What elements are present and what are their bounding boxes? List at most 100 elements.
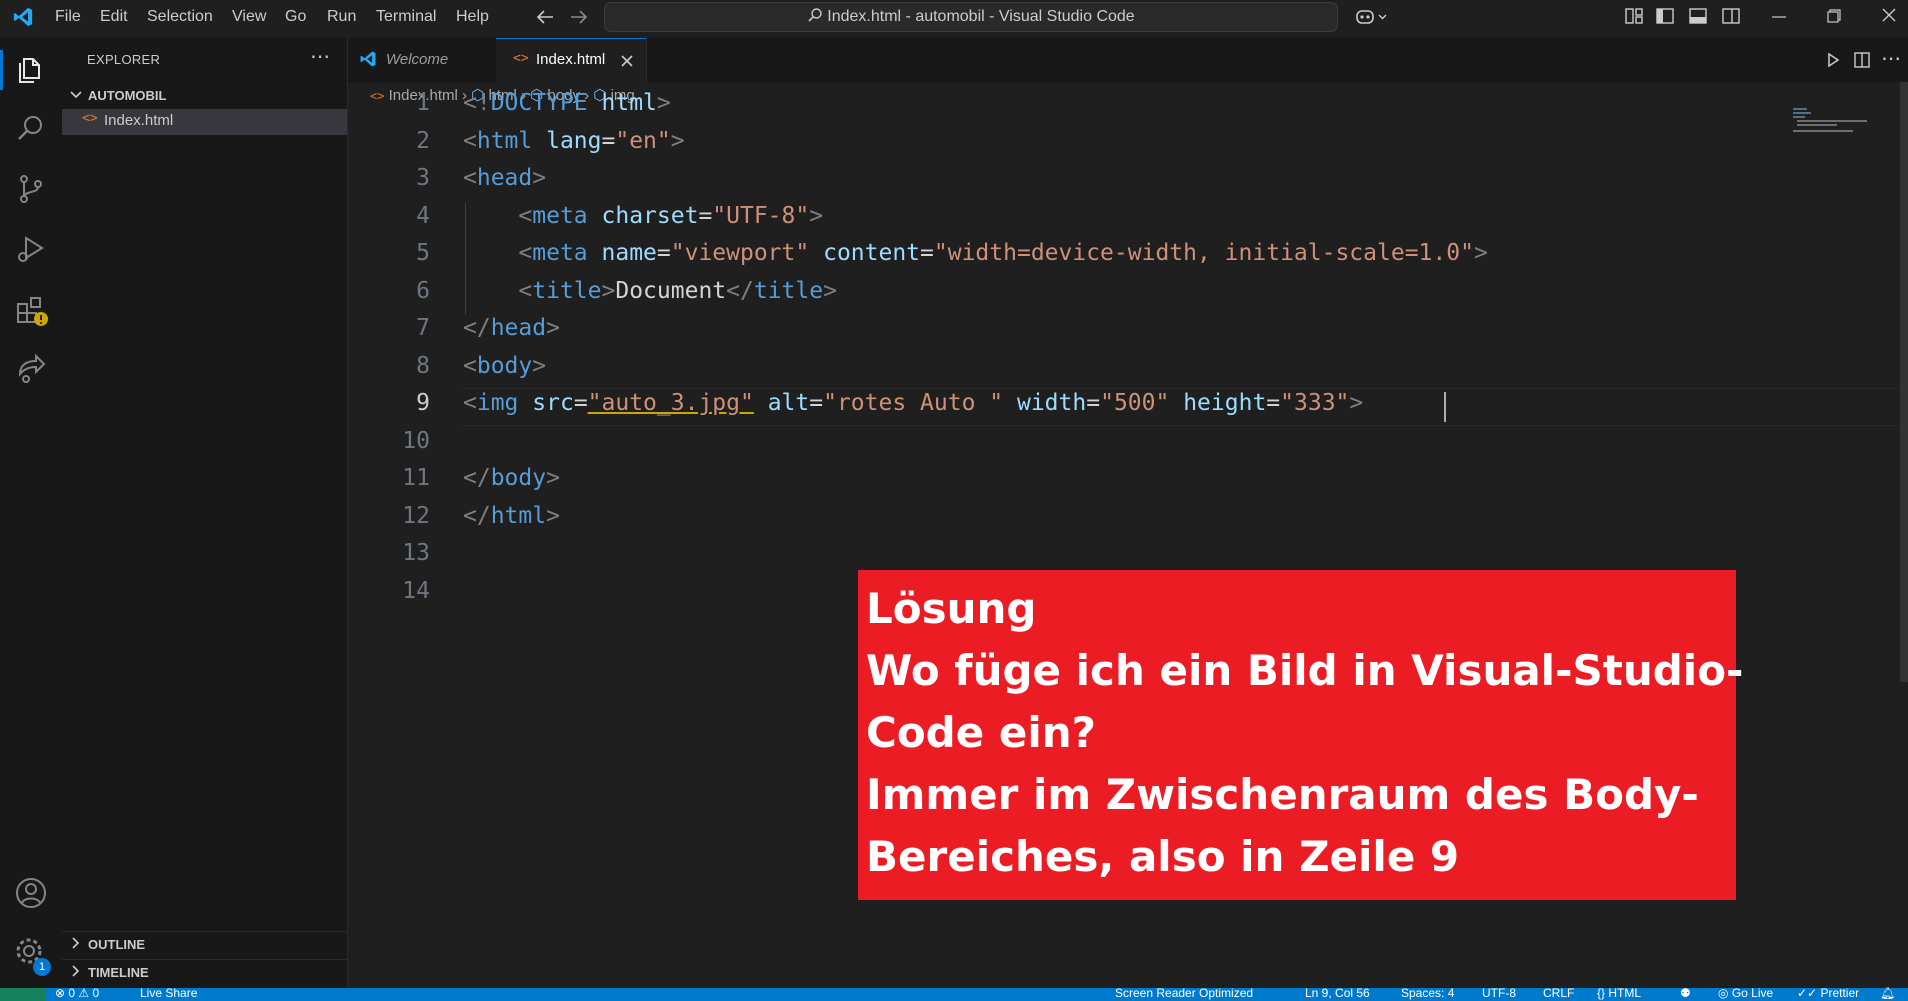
tab-label: Welcome xyxy=(386,51,449,68)
code-token: "width=device-width, initial-scale=1.0" xyxy=(933,240,1474,266)
language-mode[interactable]: {} HTML xyxy=(1597,986,1641,1000)
language-label: HTML xyxy=(1608,986,1642,1000)
current-line-highlight xyxy=(463,388,1908,426)
overlay-line: Wo füge ich ein Bild in Visual-Studio- xyxy=(866,646,1744,695)
split-editor-icon[interactable] xyxy=(1853,51,1871,69)
code-line: <meta charset="UTF-8"> xyxy=(463,203,823,229)
tab-welcome[interactable]: Welcome xyxy=(348,38,497,82)
folder-header[interactable]: AUTOMOBIL xyxy=(70,88,166,103)
file-item-index-html[interactable]: <> Index.html xyxy=(62,109,347,135)
minimize-icon[interactable] xyxy=(1770,10,1788,24)
line-number: 8 xyxy=(416,352,430,379)
title-bar: File Edit Selection View Go Run Terminal… xyxy=(0,0,1908,39)
indentation-status[interactable]: Spaces: 4 xyxy=(1401,986,1454,1000)
back-arrow-icon[interactable] xyxy=(534,7,556,27)
line-number: 5 xyxy=(416,240,430,266)
extensions-icon[interactable] xyxy=(14,292,50,328)
code-token: > xyxy=(656,90,671,116)
menu-help[interactable]: Help xyxy=(456,0,489,34)
code-token: title xyxy=(753,277,824,304)
code-token: </ xyxy=(463,502,491,529)
cursor-position[interactable]: Ln 9, Col 56 xyxy=(1305,986,1370,1000)
notifications-bell-icon[interactable]: 🔔︎ xyxy=(1880,986,1895,1000)
minimap[interactable] xyxy=(1793,108,1873,148)
code-token: < xyxy=(518,277,533,304)
editor-more-icon[interactable]: ⋯ xyxy=(1881,46,1901,71)
source-control-icon[interactable] xyxy=(14,172,48,206)
menu-view[interactable]: View xyxy=(232,0,266,34)
line-number: 3 xyxy=(416,165,430,191)
prettier-status[interactable]: ✓✓ Prettier xyxy=(1797,986,1859,1000)
timeline-label: TIMELINE xyxy=(88,965,149,980)
toggle-secondary-sidebar-icon[interactable] xyxy=(1721,7,1741,25)
chevron-right-icon xyxy=(72,965,80,977)
activity-bar: 1 xyxy=(0,38,63,988)
live-share-status[interactable]: Live Share xyxy=(140,986,197,1000)
overlay-line: Code ein? xyxy=(866,708,1096,757)
code-token: DOCTYPE xyxy=(490,90,588,116)
code-token: > xyxy=(546,315,560,341)
customize-layout-icon[interactable] xyxy=(1624,7,1644,25)
code-token: "viewport" xyxy=(670,240,810,266)
explorer-icon[interactable] xyxy=(14,52,48,86)
restore-icon[interactable] xyxy=(1826,8,1842,24)
tab-label: Index.html xyxy=(536,51,606,68)
menu-file[interactable]: File xyxy=(55,0,81,34)
overlay-line: Bereiches, also in Zeile 9 xyxy=(866,832,1460,881)
code-token: > xyxy=(546,465,560,491)
timeline-section[interactable]: TIMELINE xyxy=(70,965,149,980)
toggle-primary-sidebar-icon[interactable] xyxy=(1655,7,1675,25)
screen-reader-status[interactable]: Screen Reader Optimized xyxy=(1115,986,1253,1000)
command-center[interactable]: Index.html - automobil - Visual Studio C… xyxy=(604,2,1338,32)
code-token: < xyxy=(518,202,533,229)
overlay-line: Lösung xyxy=(866,584,1037,633)
forward-arrow-icon[interactable] xyxy=(568,7,590,27)
encoding-status[interactable]: UTF-8 xyxy=(1482,986,1516,1000)
remote-indicator[interactable] xyxy=(0,988,45,1001)
accounts-icon[interactable] xyxy=(14,876,48,910)
code-token: title xyxy=(532,277,602,304)
menu-go[interactable]: Go xyxy=(285,0,306,34)
error-count: 0 xyxy=(68,986,76,1000)
run-debug-icon[interactable] xyxy=(14,232,48,266)
code-token: < xyxy=(463,352,477,379)
menu-run[interactable]: Run xyxy=(327,0,356,34)
line-number: 11 xyxy=(402,465,430,491)
code-line: <meta name="viewport" content="width=dev… xyxy=(463,240,1487,266)
vscode-logo-icon[interactable] xyxy=(12,6,34,28)
code-line: <body> xyxy=(463,353,546,379)
outline-section[interactable]: OUTLINE xyxy=(70,937,145,952)
go-live-button[interactable]: ◎ Go Live xyxy=(1718,986,1773,1000)
code-token: html xyxy=(490,502,547,529)
code-line: </body> xyxy=(463,465,560,491)
copilot-status-icon[interactable]: ⚉ xyxy=(1680,986,1691,1000)
indent-guide xyxy=(465,202,466,315)
code-token: meta xyxy=(532,202,588,229)
code-line: <head> xyxy=(463,165,546,191)
tab-index-html[interactable]: <> Index.html xyxy=(496,38,647,83)
menu-terminal[interactable]: Terminal xyxy=(376,0,436,34)
eol-status[interactable]: CRLF xyxy=(1543,986,1574,1000)
code-token: lang xyxy=(546,127,602,154)
code-token: > xyxy=(601,277,616,304)
search-view-icon[interactable] xyxy=(14,112,48,146)
close-tab-icon[interactable] xyxy=(620,54,634,68)
menu-selection[interactable]: Selection xyxy=(147,0,213,34)
problems-indicator[interactable]: ⊗ 0 ⚠ 0 xyxy=(55,986,99,1000)
code-line: <title>Document</title> xyxy=(463,278,837,304)
annotation-overlay: Lösung Wo füge ich ein Bild in Visual-St… xyxy=(858,570,1744,900)
run-icon[interactable] xyxy=(1825,52,1841,68)
scrollbar-thumb[interactable] xyxy=(1900,82,1908,682)
editor-tabs: Welcome <> Index.html ⋯ xyxy=(348,38,1908,83)
menu-edit[interactable]: Edit xyxy=(100,0,128,34)
live-share-icon[interactable] xyxy=(14,352,48,386)
code-token: "UTF-8" xyxy=(712,202,810,229)
more-actions-icon[interactable]: ⋯ xyxy=(310,44,330,69)
explorer-title: EXPLORER xyxy=(87,52,161,67)
toggle-panel-icon[interactable] xyxy=(1688,7,1708,25)
close-window-icon[interactable] xyxy=(1880,6,1898,24)
copilot-icon[interactable] xyxy=(1354,6,1390,28)
